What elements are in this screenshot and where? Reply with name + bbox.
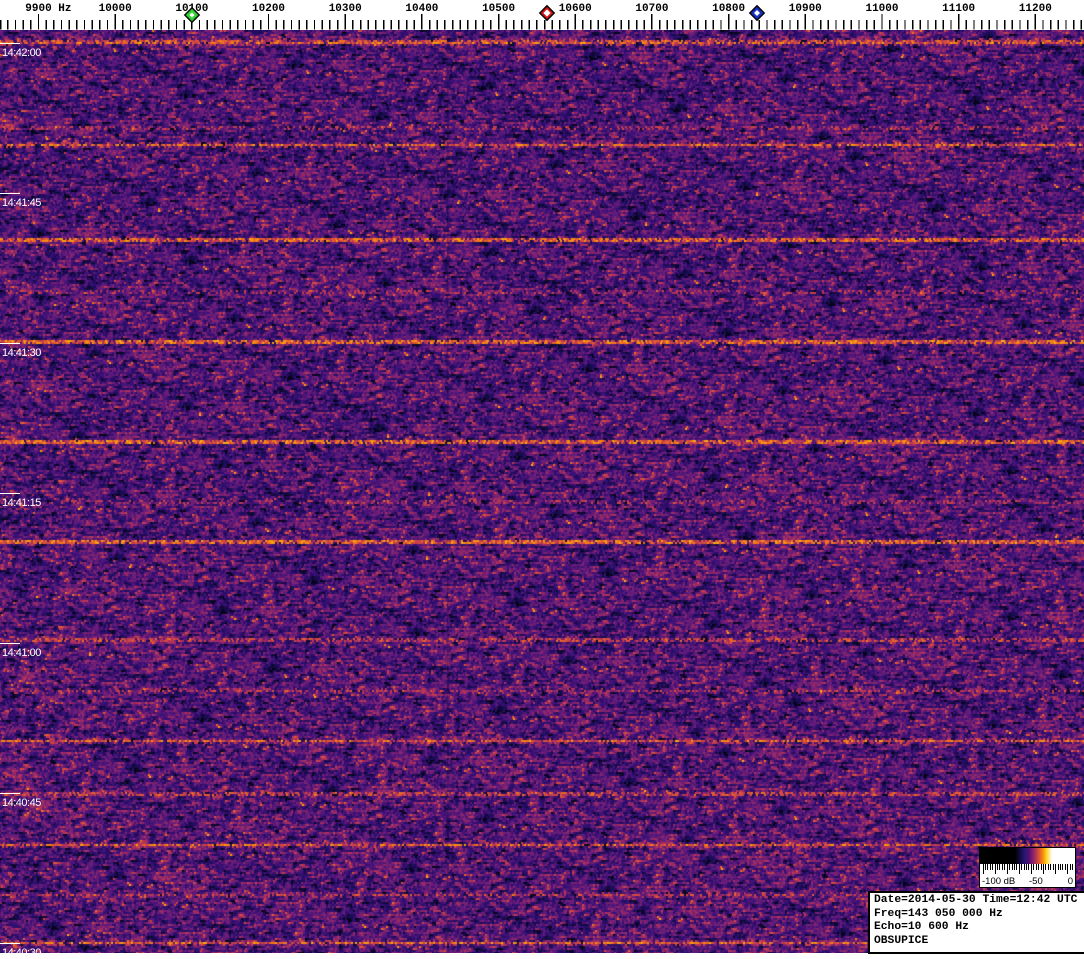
- svg-text:10200: 10200: [252, 3, 285, 15]
- svg-text:11200: 11200: [1019, 3, 1052, 15]
- svg-text:9900 Hz: 9900 Hz: [25, 3, 71, 15]
- svg-text:11100: 11100: [942, 3, 975, 15]
- svg-text:10500: 10500: [482, 3, 515, 15]
- svg-text:10700: 10700: [635, 3, 668, 15]
- svg-text:10000: 10000: [99, 3, 132, 15]
- svg-text:10600: 10600: [559, 3, 592, 15]
- svg-text:10800: 10800: [712, 3, 745, 15]
- svg-text:10300: 10300: [329, 3, 362, 15]
- svg-text:10400: 10400: [405, 3, 438, 15]
- svg-text:10900: 10900: [789, 3, 822, 15]
- svg-text:11000: 11000: [865, 3, 898, 15]
